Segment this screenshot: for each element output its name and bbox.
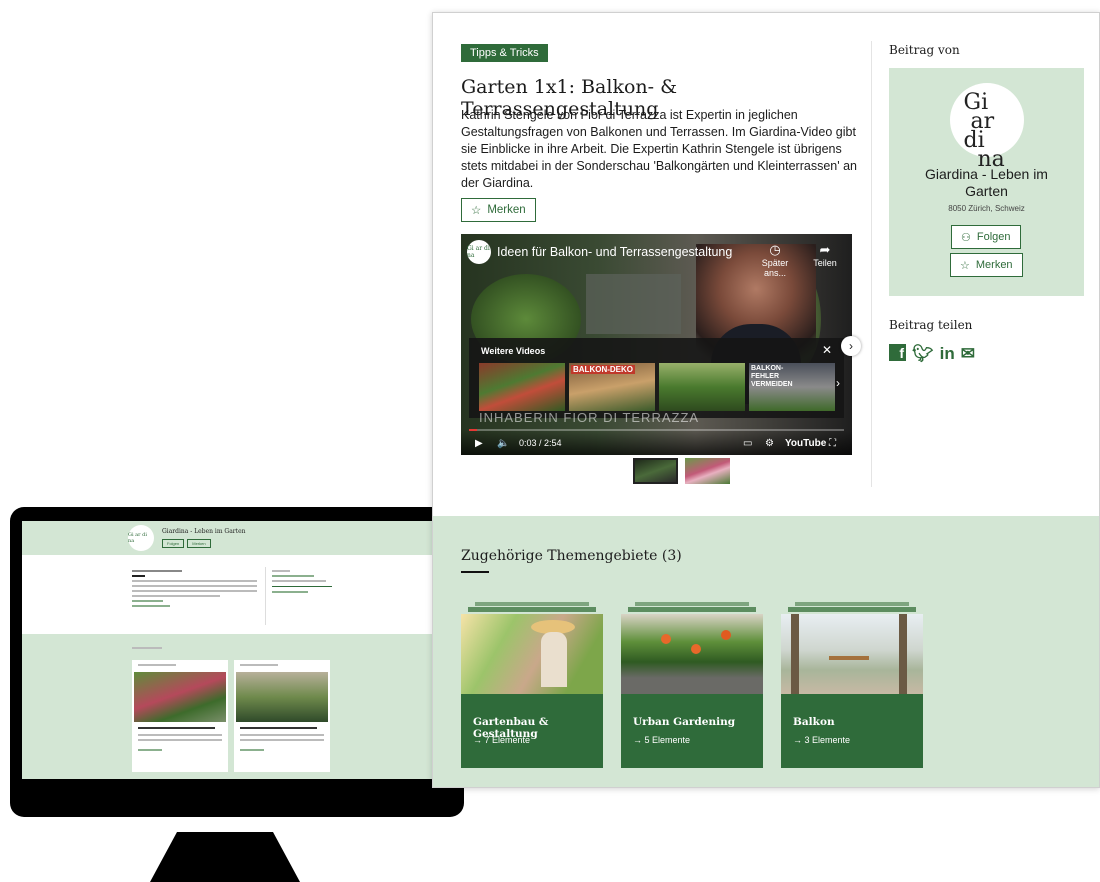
follow-label: Folgen (976, 231, 1011, 243)
column-divider (871, 41, 872, 487)
monitor-related-band (22, 634, 452, 779)
topic-count: → 7 Elemente (473, 735, 531, 745)
close-icon[interactable]: ✕ (822, 343, 832, 357)
heading-underline (461, 571, 489, 573)
topic-card[interactable]: Gartenbau & Gestaltung → 7 Elemente (461, 602, 603, 768)
video-title[interactable]: Ideen für Balkon- und Terrassengestaltun… (497, 245, 732, 259)
contributed-by-heading: Beitrag von (889, 43, 960, 57)
clock-icon: ◷ (769, 242, 781, 257)
monitor-bookmark-button[interactable]: Merken (187, 539, 211, 548)
subtitles-icon[interactable]: ▭ (743, 438, 752, 449)
giardina-logo[interactable]: Gi ar di na (949, 83, 1024, 171)
share-video-button[interactable]: ➦ Teilen (801, 242, 849, 268)
gallery-thumbnail-image[interactable] (685, 458, 730, 484)
article-page: Tipps & Tricks Garten 1x1: Balkon- & Ter… (432, 12, 1100, 788)
monitor-stand (150, 832, 300, 882)
monitor-card (234, 660, 330, 772)
settings-gear-icon[interactable]: ⚙ (765, 438, 774, 449)
monitor-logo: Gi ar di na (128, 525, 154, 551)
user-plus-icon: ⚇ (961, 231, 971, 244)
topic-image (461, 614, 603, 694)
video-thumbnail[interactable]: BALKON-FEHLER VERMEIDEN (749, 363, 835, 411)
bookmark-label: Merken (975, 259, 1013, 271)
monitor-text-block (132, 567, 257, 610)
watch-later-label: Später ans... (761, 258, 789, 278)
related-topics-heading: Zugehörige Themengebiete (3) (461, 548, 682, 564)
author-bookmark-button[interactable]: ☆ Merken (950, 253, 1023, 277)
share-arrow-icon: ➦ (819, 242, 831, 257)
star-icon: ☆ (471, 205, 482, 217)
topic-image (781, 614, 923, 694)
desktop-monitor: Gi ar di na Giardina - Leben im Garten F… (10, 507, 464, 817)
twitter-icon[interactable]: 🐦︎ (912, 344, 934, 364)
video-time: 0:03 / 2:54 (519, 438, 562, 448)
topic-card[interactable]: Balkon → 3 Elemente (781, 602, 923, 768)
article-intro: Kathrin Stengele von Fior di Terrazza is… (461, 108, 857, 190)
watch-later-button[interactable]: ◷ Später ans... (751, 242, 799, 278)
chevron-right-icon[interactable]: › (836, 376, 840, 390)
topic-name: Balkon (793, 716, 835, 728)
video-thumbnail[interactable] (479, 363, 565, 411)
bookmark-label: Merken (487, 204, 526, 216)
more-videos-panel: Weitere Videos ✕ BALKON-DEKO BALKON-FEHL… (469, 338, 844, 418)
topic-name: Urban Gardening (633, 716, 736, 728)
share-heading: Beitrag teilen (889, 318, 973, 332)
monitor-screen: Gi ar di na Giardina - Leben im Garten F… (22, 521, 452, 779)
topic-card[interactable]: Urban Gardening → 5 Elemente (621, 602, 763, 768)
email-icon[interactable]: ✉ (961, 344, 975, 364)
next-media-arrow-icon[interactable]: › (841, 336, 861, 356)
channel-logo[interactable]: Gi ar di na (467, 240, 491, 264)
volume-icon[interactable]: 🔈 (497, 438, 509, 449)
monitor-card (132, 660, 228, 772)
bookmark-button[interactable]: ☆ Merken (461, 198, 536, 222)
author-card: Gi ar di na Giardina - Leben im Garten 80… (889, 68, 1084, 296)
video-mirrors (586, 274, 681, 334)
video-caption: INHABERIN FIOR DI TERRAZZA (479, 410, 700, 425)
progress-bar[interactable] (469, 429, 844, 431)
category-tag[interactable]: Tipps & Tricks (461, 44, 548, 62)
author-location: 8050 Zürich, Schweiz (948, 204, 1025, 213)
video-thumbnail[interactable] (659, 363, 745, 411)
monitor-follow-button[interactable]: Folgen (162, 539, 185, 548)
monitor-author-name: Giardina - Leben im Garten (162, 528, 246, 535)
follow-button[interactable]: ⚇ Folgen (951, 225, 1021, 249)
more-videos-heading: Weitere Videos (481, 346, 546, 356)
facebook-icon[interactable]: f (889, 344, 906, 361)
topic-image (621, 614, 763, 694)
star-icon: ☆ (960, 259, 970, 272)
fullscreen-icon[interactable]: ⛶ (829, 438, 836, 449)
linkedin-icon[interactable]: in (940, 344, 955, 364)
share-icons: f 🐦︎ in ✉ (889, 344, 975, 364)
topic-count: → 3 Elemente (793, 735, 851, 745)
youtube-logo[interactable]: YouTube (785, 438, 826, 449)
monitor-header-band: Gi ar di na Giardina - Leben im Garten F… (22, 521, 452, 555)
gallery-thumbnail-video[interactable] (633, 458, 678, 484)
share-label: Teilen (813, 258, 837, 268)
video-thumbnail[interactable]: BALKON-DEKO (569, 363, 655, 411)
video-player[interactable]: Gi ar di na Ideen für Balkon- und Terras… (461, 234, 852, 455)
play-icon[interactable]: ▶ (475, 438, 483, 449)
topic-count: → 5 Elemente (633, 735, 691, 745)
monitor-side-block (272, 567, 332, 596)
